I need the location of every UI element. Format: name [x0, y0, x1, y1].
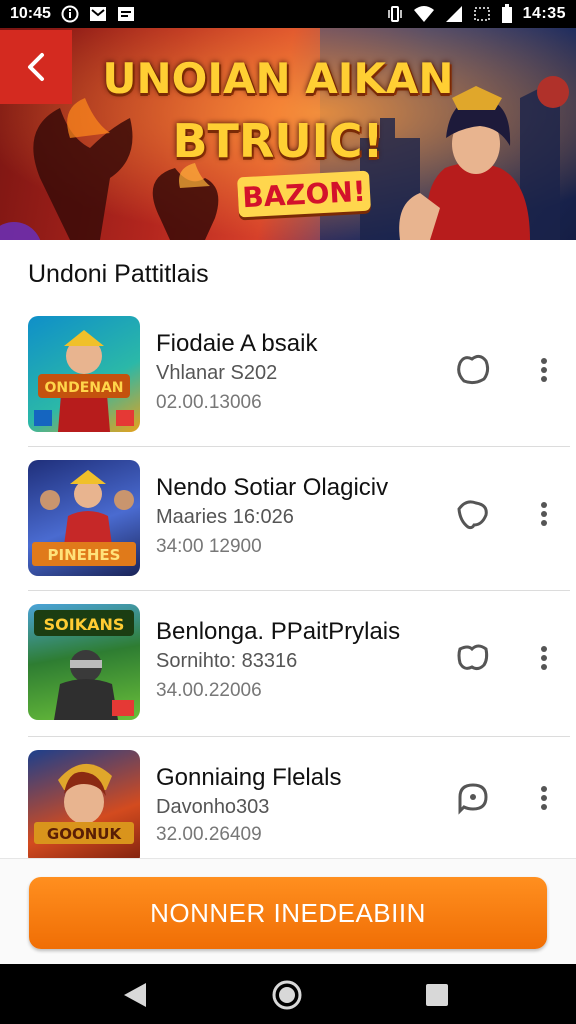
favorite-button[interactable]: [452, 492, 494, 534]
status-left: 10:45: [10, 5, 135, 23]
favorite-button[interactable]: [452, 348, 494, 390]
game-name: Nendo Sotiar Olagiciv: [156, 474, 389, 501]
banner-badge: BAZON!: [237, 170, 371, 218]
signal-icon: [445, 5, 463, 23]
game-subtitle: Vhlanar S202: [156, 362, 278, 384]
mail-icon: [89, 6, 107, 22]
chat-bubble-outline-icon: [458, 783, 488, 815]
game-date: 02.00.13006: [156, 392, 262, 413]
list-item[interactable]: PINEHES Nendo Sotiar Olagiciv Maaries 16…: [0, 446, 576, 590]
status-right: 14:35: [387, 4, 566, 24]
more-vert-icon: [541, 786, 547, 810]
system-navigation-bar: [0, 964, 576, 1024]
game-date: 32.00.26409: [156, 824, 262, 845]
list-item[interactable]: ONDENAN Fiodaie A bsaik Vhlanar S202 02.…: [0, 302, 576, 446]
thumb-label: ONDENAN: [44, 380, 123, 396]
data-icon: [473, 5, 491, 23]
thumb-label: PINEHES: [48, 546, 121, 564]
battery-icon: [501, 4, 513, 24]
info-circle-icon: [61, 5, 79, 23]
nav-home-button[interactable]: [270, 978, 304, 1012]
favorite-button[interactable]: [452, 776, 494, 818]
badge-outline-icon: [457, 354, 490, 385]
game-art: SOIKANS: [34, 610, 134, 720]
banner-title-line2: BTRUIC!: [172, 114, 384, 168]
nav-recents-button[interactable]: [420, 978, 454, 1012]
status-time-right: 14:35: [522, 5, 566, 22]
game-subtitle: Davonho303: [156, 796, 270, 818]
badge-outline-icon: [457, 500, 488, 530]
nav-back-button[interactable]: [118, 978, 152, 1012]
game-thumbnail: GOONUK: [28, 750, 140, 866]
section-title: Undoni Pattitlais: [28, 260, 209, 288]
more-vert-icon: [541, 358, 547, 382]
game-art: ONDENAN: [34, 330, 134, 432]
status-time-left: 10:45: [10, 5, 51, 22]
bottom-action-bar: NONNER INEDEABIIN: [0, 858, 576, 964]
game-thumbnail: ONDENAN: [28, 316, 140, 432]
status-bar: 10:45 14:35: [0, 0, 576, 28]
vibrate-icon: [387, 5, 403, 23]
game-subtitle: Maaries 16:026: [156, 506, 294, 528]
hero-banner: UNOIAN AIKAN BTRUIC! BAZON!: [0, 28, 576, 240]
recents-square-icon: [426, 984, 448, 1006]
game-art: GOONUK: [34, 763, 134, 844]
thumb-label: SOIKANS: [44, 615, 125, 634]
back-triangle-icon: [124, 983, 146, 1007]
game-name: Fiodaie A bsaik: [156, 330, 318, 357]
more-options-button[interactable]: [532, 640, 556, 676]
game-thumbnail: SOIKANS: [28, 604, 140, 720]
wifi-icon: [413, 5, 435, 23]
thumb-label: GOONUK: [47, 825, 123, 843]
game-thumbnail: PINEHES: [28, 460, 140, 576]
list-item[interactable]: SOIKANS Benlonga. PPaitPrylais Sornihto:…: [0, 590, 576, 734]
primary-action-button[interactable]: NONNER INEDEABIIN: [29, 877, 547, 949]
more-options-button[interactable]: [532, 352, 556, 388]
banner-title-line1: UNOIAN AIKAN: [102, 54, 454, 103]
game-date: 34.00.22006: [156, 680, 262, 701]
badge-outline-icon: [457, 644, 489, 671]
more-options-button[interactable]: [532, 496, 556, 532]
more-vert-icon: [541, 502, 547, 526]
game-subtitle: Sornihto: 83316: [156, 650, 298, 672]
game-name: Benlonga. PPaitPrylais: [156, 618, 401, 645]
game-name: Gonniaing Flelals: [156, 764, 342, 791]
favorite-button[interactable]: [452, 636, 494, 678]
home-circle-icon: [272, 980, 302, 1010]
more-options-button[interactable]: [532, 780, 556, 816]
message-icon: [117, 6, 135, 22]
game-date: 34:00 12900: [156, 536, 262, 557]
game-art: PINEHES: [32, 470, 136, 566]
more-vert-icon: [541, 646, 547, 670]
